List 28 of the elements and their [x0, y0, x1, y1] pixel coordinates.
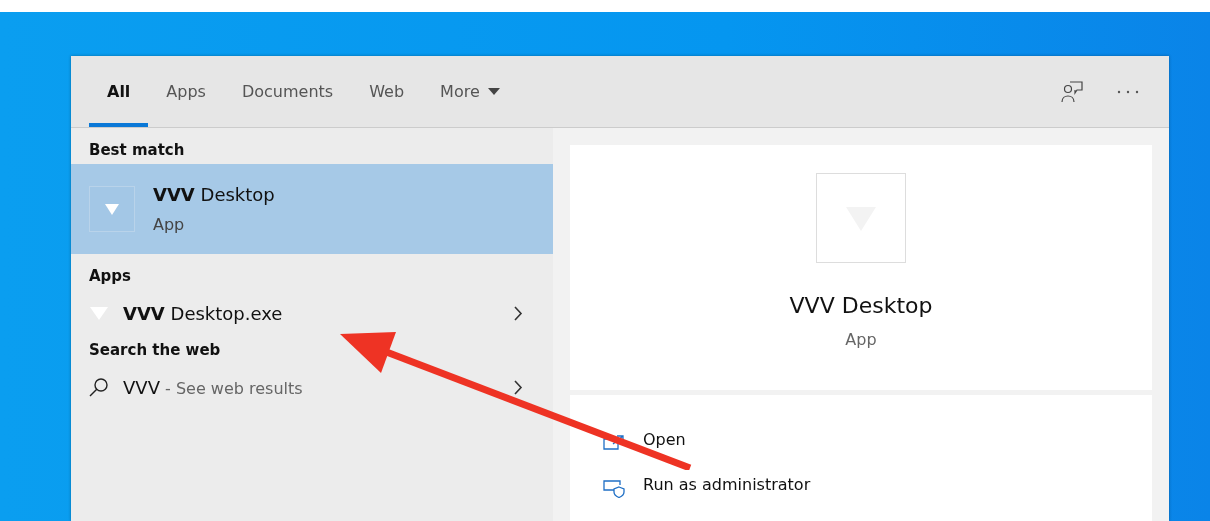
result-type: App — [153, 215, 186, 234]
caret-icon[interactable] — [487, 88, 500, 95]
app-icon — [816, 173, 906, 263]
result-item[interactable]: VVV Desktop App — [71, 164, 553, 254]
result-item[interactable]: VVV - See web results — [71, 364, 553, 410]
section-heading: Search the web — [88, 340, 222, 361]
chevron-right-icon[interactable] — [514, 305, 523, 321]
action-item[interactable]: Open — [570, 421, 1152, 466]
result-title: VVV Desktop.exe — [123, 302, 284, 324]
app-title: VVV Desktop — [789, 293, 933, 318]
section-heading: Apps — [88, 266, 132, 287]
section-heading: Best match — [88, 140, 186, 161]
person-feedback-icon[interactable] — [1061, 80, 1083, 103]
tab[interactable]: Web — [351, 56, 423, 127]
result-title: VVV - See web results — [123, 376, 304, 398]
result-title: VVV Desktop — [153, 184, 275, 205]
more-options-icon[interactable] — [1117, 89, 1139, 94]
tab[interactable]: Apps — [148, 56, 224, 127]
action-item[interactable]: Run as administrator — [570, 466, 1152, 511]
chevron-right-icon[interactable] — [514, 379, 523, 395]
app-type: App — [845, 330, 877, 349]
shield-icon — [603, 479, 625, 498]
result-item[interactable]: VVV Desktop.exe — [71, 290, 553, 336]
open-window-icon — [603, 434, 625, 453]
tab[interactable]: More — [422, 56, 518, 127]
app-icon — [89, 186, 135, 232]
tab[interactable]: Documents — [223, 56, 352, 127]
search-icon — [89, 377, 109, 397]
